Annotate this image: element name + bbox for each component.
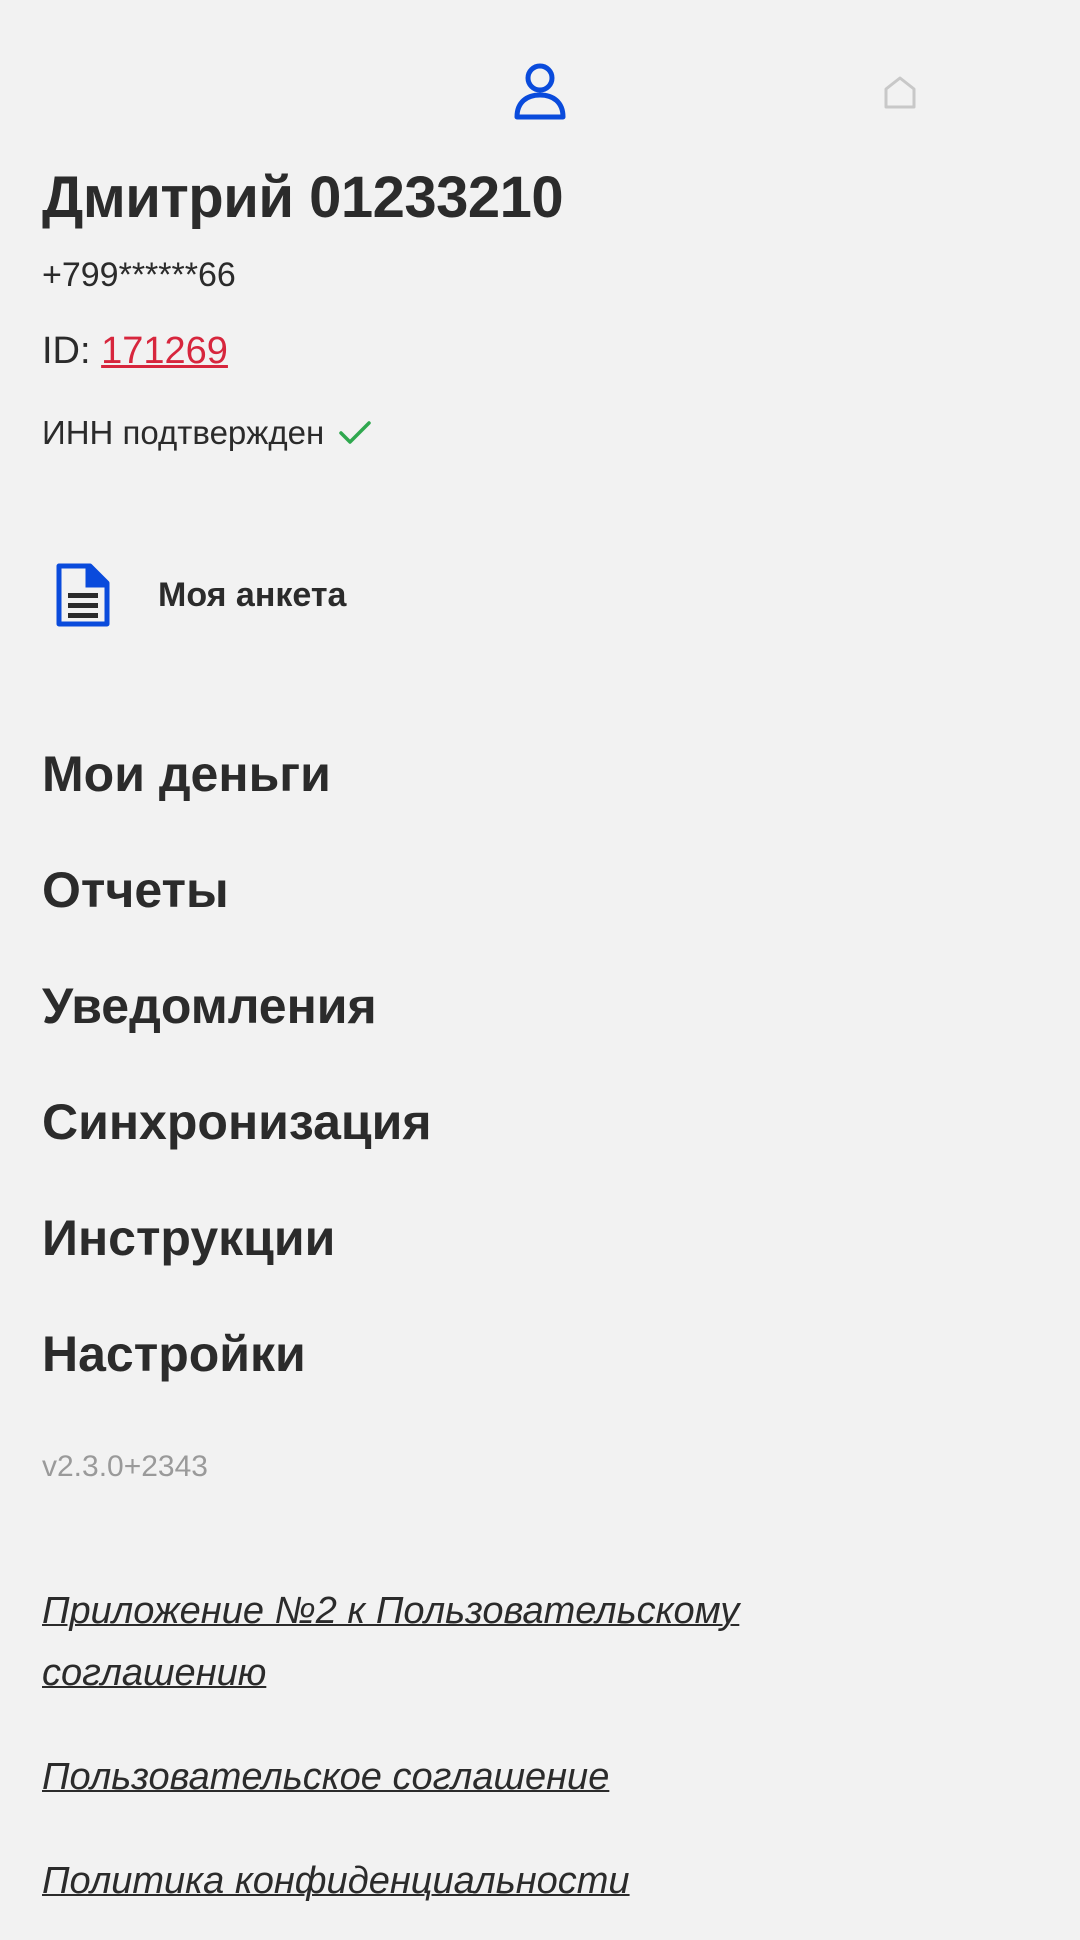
top-tab-bar	[0, 0, 1080, 150]
app-version: v2.3.0+2343	[42, 1450, 208, 1483]
appendix-link[interactable]: Приложение №2 к Пользовательскому соглаш…	[42, 1580, 862, 1704]
inn-status-text: ИНН подтвержден	[42, 414, 325, 451]
user-name: Дмитрий 01233210	[42, 165, 564, 230]
user-phone: +799******66	[42, 256, 236, 294]
check-icon	[339, 421, 371, 444]
menu-item-settings[interactable]: Настройки	[42, 1325, 432, 1441]
inn-status: ИНН подтвержден	[42, 414, 372, 452]
user-id-link[interactable]: 171269	[101, 330, 228, 372]
menu-item-instructions[interactable]: Инструкции	[42, 1209, 432, 1325]
my-questionnaire-button[interactable]: Моя анкета	[42, 555, 602, 635]
legal-links: Приложение №2 к Пользовательскому соглаш…	[42, 1580, 942, 1912]
user-agreement-link[interactable]: Пользовательское соглашение	[42, 1746, 942, 1808]
user-id-label: ID:	[42, 330, 102, 372]
privacy-policy-link[interactable]: Политика конфиденциальности	[42, 1850, 942, 1912]
menu-item-sync[interactable]: Синхронизация	[42, 1093, 432, 1209]
home-tab[interactable]	[878, 70, 922, 114]
user-id-row: ID: 171269	[42, 330, 228, 373]
user-icon	[514, 63, 566, 120]
document-icon	[56, 563, 110, 627]
main-menu: Мои деньги Отчеты Уведомления Синхрониза…	[42, 745, 432, 1441]
home-icon	[884, 76, 916, 109]
profile-tab[interactable]	[507, 58, 573, 124]
my-questionnaire-label: Моя анкета	[158, 575, 347, 614]
menu-item-reports[interactable]: Отчеты	[42, 861, 432, 977]
menu-item-my-money[interactable]: Мои деньги	[42, 745, 432, 861]
menu-item-notifications[interactable]: Уведомления	[42, 977, 432, 1093]
